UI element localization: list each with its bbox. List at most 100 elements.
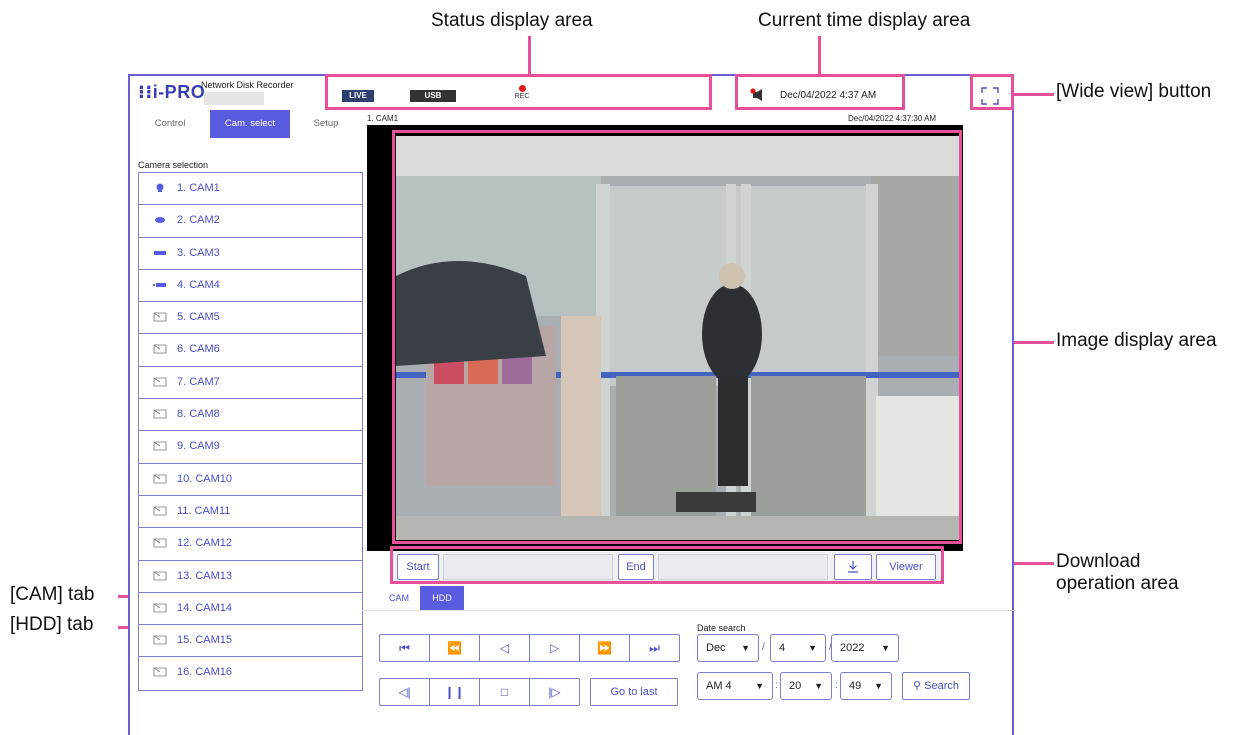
- no-signal-camera-icon: [153, 312, 167, 322]
- no-signal-camera-icon: [153, 506, 167, 516]
- camera-list-item[interactable]: 3. CAM3: [139, 238, 362, 270]
- search-button[interactable]: ⚲ Search: [902, 672, 970, 700]
- download-area-callout-line1: Download: [1056, 551, 1141, 572]
- stop-button[interactable]: □: [479, 678, 530, 706]
- chevron-down-icon: ▼: [741, 643, 750, 653]
- camera-list-item[interactable]: 12. CAM12: [139, 528, 362, 561]
- skip-start-icon: ⏮: [399, 641, 410, 655]
- date-search-title: Date search: [697, 623, 746, 633]
- camera-list-item[interactable]: 1. CAM1: [139, 173, 362, 206]
- logo: ⁝⁝i-PRO: [138, 82, 206, 102]
- next-frame-icon: |▷: [548, 685, 561, 699]
- camera-list-item[interactable]: 2. CAM2: [139, 205, 362, 238]
- skip-end-icon: ⏭: [649, 641, 660, 655]
- year-select[interactable]: 2022 ▼: [831, 634, 899, 662]
- minute-select[interactable]: 20 ▼: [780, 672, 832, 700]
- pause-button[interactable]: ❙❙: [429, 678, 480, 706]
- no-signal-camera-icon: [153, 668, 167, 677]
- camera-list-label: 7. CAM7: [177, 375, 220, 388]
- month-select[interactable]: Dec ▼: [697, 634, 759, 662]
- pause-icon: ❙❙: [444, 685, 465, 699]
- dome-camera-icon: [156, 183, 164, 192]
- camera-list-label: 11. CAM11: [177, 504, 231, 517]
- camera-list-item[interactable]: 8. CAM8: [139, 399, 362, 432]
- camera-list-label: 14. CAM14: [177, 601, 233, 614]
- time-separator: :: [775, 680, 778, 691]
- tab-cam[interactable]: CAM: [380, 586, 418, 610]
- download-area-callout-line2: operation area: [1056, 573, 1179, 594]
- camera-list-item[interactable]: 4. CAM4: [139, 270, 362, 303]
- chevron-down-icon: ▼: [808, 643, 817, 653]
- reverse-play-button[interactable]: ◁: [479, 634, 530, 662]
- box-camera-icon: [154, 250, 166, 255]
- camera-list-item[interactable]: 10. CAM10: [139, 464, 362, 496]
- no-signal-camera-icon: [153, 409, 167, 419]
- camera-list-item[interactable]: 16. CAM16: [139, 657, 362, 689]
- no-signal-camera-icon: [153, 474, 167, 484]
- camera-list-label: 16. CAM16: [177, 666, 233, 679]
- download-area-highlight: [390, 546, 944, 584]
- camera-list-label: 6. CAM6: [177, 343, 220, 356]
- day-select[interactable]: 4 ▼: [770, 634, 826, 662]
- chevron-down-icon: ▼: [874, 681, 883, 691]
- date-separator: /: [762, 642, 765, 653]
- time-area-highlight: [735, 74, 905, 110]
- hour-select[interactable]: AM 4 ▼: [697, 672, 773, 700]
- camera-list-label: 1. CAM1: [177, 182, 220, 194]
- no-signal-camera-icon: [153, 345, 167, 354]
- play-icon: ▷: [549, 641, 560, 655]
- camera-list-item[interactable]: 11. CAM11: [139, 496, 362, 529]
- hdd-tab-callout: [HDD] tab: [10, 614, 94, 635]
- image-area-highlight: [392, 130, 962, 544]
- second-select[interactable]: 49 ▼: [840, 672, 892, 700]
- camera-list: 1. CAM1 2. CAM2 3. CAM3 4. CAM4 5. CAM5 6. CA…: [138, 172, 363, 691]
- tab-hdd[interactable]: HDD: [420, 586, 464, 610]
- camera-list-item[interactable]: 13. CAM13: [139, 561, 362, 593]
- camera-list-item[interactable]: 6. CAM6: [139, 334, 362, 367]
- main-tabs: Control Cam. select Setup: [130, 110, 362, 138]
- no-signal-camera-icon: [153, 441, 167, 451]
- image-camera-label: 1. CAM1: [367, 114, 399, 123]
- status-area-highlight: [325, 74, 712, 110]
- camera-list-label: 3. CAM3: [177, 246, 220, 259]
- rewind-icon: ⏪: [447, 641, 462, 655]
- camera-list-label: 13. CAM13: [177, 569, 233, 582]
- search-icon: ⚲: [913, 680, 922, 692]
- camera-list-label: 9. CAM9: [177, 440, 220, 453]
- ptz-camera-icon: [155, 217, 165, 224]
- camera-list-item[interactable]: 9. CAM9: [139, 431, 362, 464]
- camera-list-label: 12. CAM12: [177, 537, 233, 550]
- no-signal-camera-icon: [153, 571, 167, 580]
- no-signal-camera-icon: [153, 377, 167, 387]
- recorder-name-bar: [204, 92, 264, 105]
- time-callout-line: [818, 36, 821, 74]
- image-timestamp: Dec/04/2022 4:37:30 AM: [848, 114, 937, 123]
- cam-tab-callout: [CAM] tab: [10, 584, 95, 605]
- next-frame-button[interactable]: |▷: [529, 678, 580, 706]
- playback-controls-row1: ⏮ ⏪ ◁ ▷ ⏩ ⏭: [379, 634, 680, 662]
- fast-rewind-button[interactable]: ⏪: [429, 634, 480, 662]
- skip-to-end-button[interactable]: ⏭: [629, 634, 680, 662]
- camera-list-label: 4. CAM4: [177, 278, 220, 291]
- go-to-last-button[interactable]: Go to last: [590, 678, 678, 706]
- tab-cam-select[interactable]: Cam. select: [210, 110, 290, 138]
- camera-list-item[interactable]: 5. CAM5: [139, 302, 362, 335]
- fast-forward-button[interactable]: ⏩: [579, 634, 630, 662]
- tab-control[interactable]: Control: [130, 110, 210, 138]
- app-subtitle: Network Disk Recorder: [201, 80, 294, 90]
- previous-frame-button[interactable]: ◁|: [379, 678, 430, 706]
- bullet-camera-icon: [153, 282, 166, 287]
- tab-setup[interactable]: Setup: [290, 110, 362, 138]
- camera-list-item[interactable]: 14. CAM14: [139, 593, 362, 626]
- camera-list-item[interactable]: 15. CAM15: [139, 625, 362, 658]
- wide-view-callout-line: [1014, 93, 1054, 96]
- reverse-play-icon: ◁: [499, 641, 510, 655]
- camera-list-label: 15. CAM15: [177, 634, 233, 647]
- fast-forward-icon: ⏩: [597, 641, 612, 655]
- skip-to-start-button[interactable]: ⏮: [379, 634, 430, 662]
- play-button[interactable]: ▷: [529, 634, 580, 662]
- camera-list-label: 2. CAM2: [177, 214, 220, 227]
- tab-separator: [362, 610, 1016, 611]
- camera-list-item[interactable]: 7. CAM7: [139, 367, 362, 400]
- image-area-callout: Image display area: [1056, 330, 1217, 351]
